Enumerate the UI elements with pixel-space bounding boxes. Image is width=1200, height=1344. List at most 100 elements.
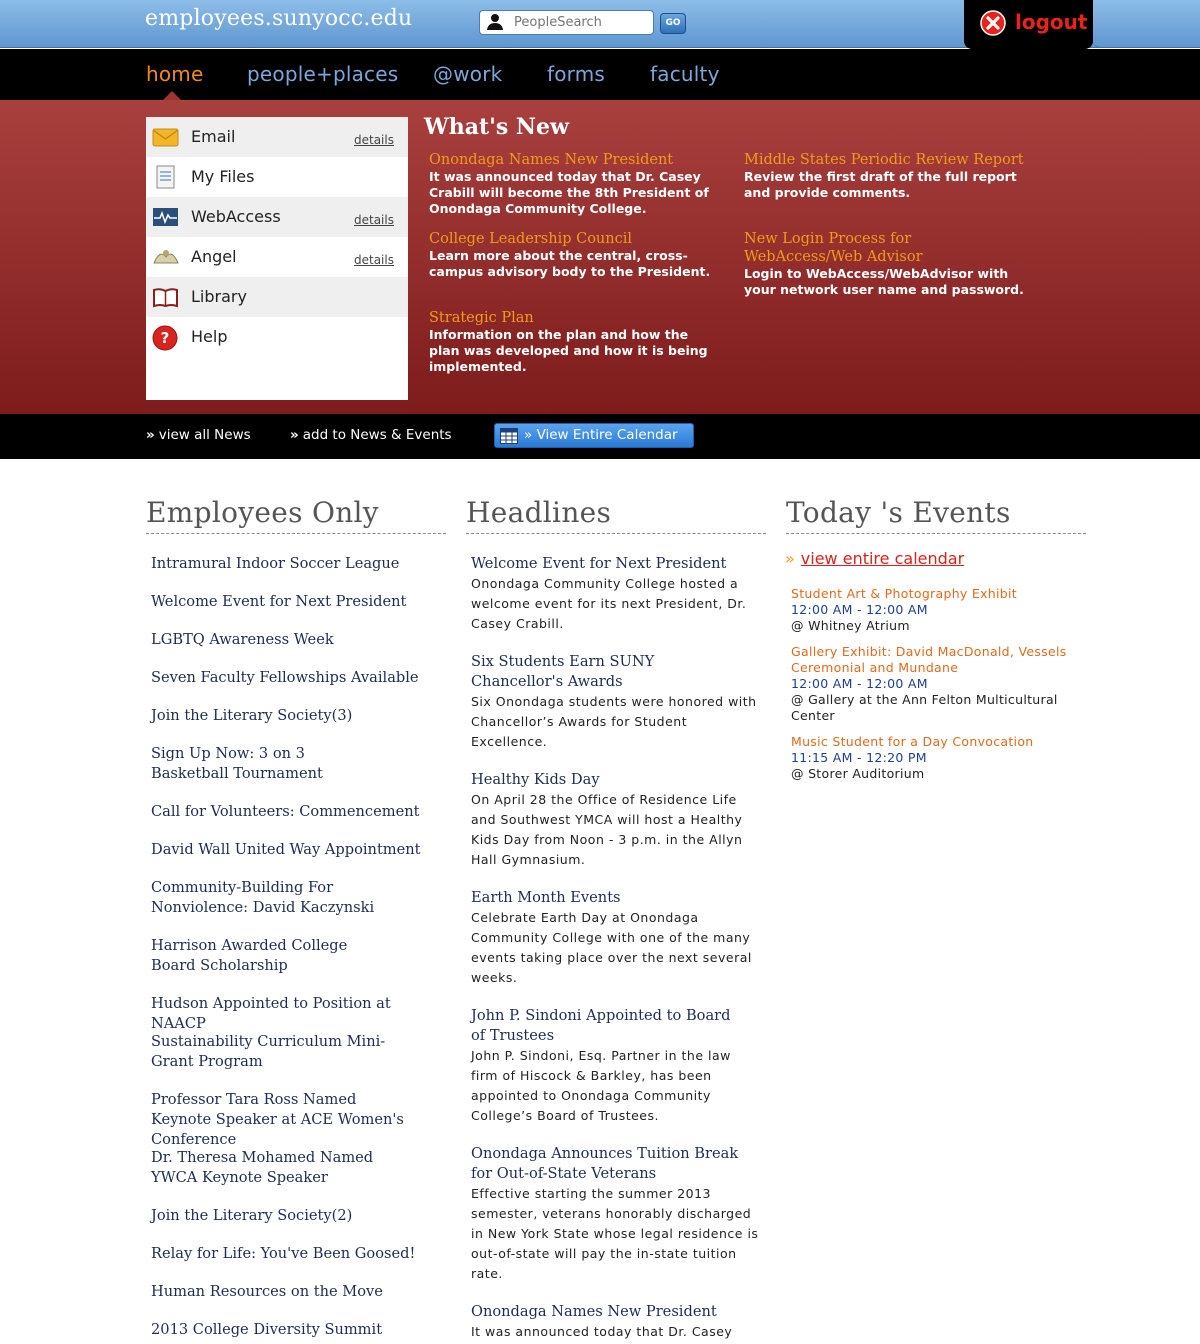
view-entire-calendar-label: view entire calendar: [800, 549, 965, 568]
event-time: 12:00 AM - 12:00 AM: [791, 676, 928, 691]
headline-title[interactable]: Six Students Earn SUNY Chancellor's Awar…: [471, 652, 741, 692]
nav-forms[interactable]: forms: [547, 62, 605, 86]
employees-only-item[interactable]: LGBTQ Awareness Week: [151, 630, 431, 650]
headline-title[interactable]: Earth Month Events: [471, 888, 761, 908]
nav-home[interactable]: home: [146, 62, 204, 86]
employees-only-item[interactable]: Join the Literary Society(3): [151, 706, 431, 726]
whats-new-item[interactable]: New Login Process for WebAccess/Web Advi…: [744, 230, 1044, 298]
whats-new-item[interactable]: Middle States Periodic Review Report Rev…: [744, 151, 1044, 201]
event-name[interactable]: Music Student for a Day Convocation: [791, 734, 1081, 750]
whats-new-item[interactable]: College Leadership Council Learn more ab…: [429, 230, 719, 280]
headline-title[interactable]: Welcome Event for Next President: [471, 554, 761, 574]
logout-button[interactable]: logout: [964, 0, 1093, 49]
whats-new-heading[interactable]: Middle States Periodic Review Report: [744, 151, 1044, 169]
employees-only-item[interactable]: Sustainability Curriculum Mini-Grant Pro…: [151, 1032, 416, 1072]
event-time: 12:00 AM - 12:00 AM: [791, 602, 928, 617]
calendar-icon: [500, 428, 518, 444]
headline-item[interactable]: Onondaga Names New President It was anno…: [471, 1302, 761, 1342]
headline-desc: Six Onondaga students were honored with …: [471, 694, 757, 749]
add-news-label: add to News & Events: [302, 427, 452, 443]
view-entire-calendar-link[interactable]: » view entire calendar: [785, 549, 964, 568]
headline-title[interactable]: Onondaga Names New President: [471, 1302, 761, 1322]
view-all-news-link[interactable]: » view all News: [146, 427, 251, 443]
quicklink-help[interactable]: ? Help: [146, 317, 408, 357]
help-icon: ?: [152, 325, 179, 351]
quicklink-label: My Files: [191, 167, 255, 186]
event-location: @ Whitney Atrium: [791, 618, 910, 633]
quicklink-my-files[interactable]: My Files: [146, 157, 408, 197]
whats-new-body: Review the first draft of the full repor…: [744, 169, 1017, 200]
employees-only-item[interactable]: Hudson Appointed to Position at NAACP: [151, 994, 431, 1034]
employees-only-item[interactable]: David Wall United Way Appointment: [151, 840, 431, 860]
headline-item[interactable]: Onondaga Announces Tuition Break for Out…: [471, 1144, 761, 1284]
whats-new-heading[interactable]: College Leadership Council: [429, 230, 719, 248]
view-calendar-button[interactable]: » View Entire Calendar: [494, 423, 694, 448]
event-location: @ Storer Auditorium: [791, 766, 925, 781]
headline-title[interactable]: Healthy Kids Day: [471, 770, 761, 790]
employees-only-item[interactable]: Welcome Event for Next President: [151, 592, 431, 612]
go-button[interactable]: GO: [660, 13, 686, 34]
file-icon: [152, 165, 179, 189]
headline-desc: John P. Sindoni, Esq. Partner in the law…: [471, 1048, 731, 1123]
employees-only-item[interactable]: Dr. Theresa Mohamed Named YWCA Keynote S…: [151, 1148, 411, 1188]
quicklink-label: Angel: [191, 247, 237, 266]
headline-item[interactable]: Welcome Event for Next President Onondag…: [471, 554, 761, 634]
employees-only-item[interactable]: Sign Up Now: 3 on 3 Basketball Tournamen…: [151, 744, 381, 784]
whats-new-title: What's New: [424, 114, 569, 140]
headline-item[interactable]: John P. Sindoni Appointed to Board of Tr…: [471, 1006, 761, 1126]
whats-new-body: Login to WebAccess/WebAdvisor with your …: [744, 266, 1024, 297]
headline-item[interactable]: Six Students Earn SUNY Chancellor's Awar…: [471, 652, 761, 752]
whats-new-item[interactable]: Onondaga Names New President It was anno…: [429, 151, 719, 217]
quicklink-library[interactable]: Library: [146, 277, 408, 317]
whats-new-heading[interactable]: Strategic Plan: [429, 309, 719, 327]
headline-desc: Celebrate Earth Day at Onondaga Communit…: [471, 910, 752, 985]
arrow-icon: »: [146, 427, 155, 443]
employees-only-item[interactable]: Community-Building For Nonviolence: Davi…: [151, 878, 421, 918]
event-name[interactable]: Gallery Exhibit: David MacDonald, Vessel…: [791, 644, 1081, 676]
people-search-box[interactable]: [479, 10, 654, 35]
arrow-icon: »: [785, 549, 795, 568]
quicklink-webaccess[interactable]: WebAccess details: [146, 197, 408, 237]
headlines-title: Headlines: [466, 496, 612, 529]
headline-desc: Effective starting the summer 2013 semes…: [471, 1186, 759, 1281]
event-item[interactable]: Student Art & Photography Exhibit 12:00 …: [791, 586, 1081, 634]
whats-new-heading[interactable]: New Login Process for WebAccess/Web Advi…: [744, 230, 944, 266]
employees-only-item[interactable]: Call for Volunteers: Commencement: [151, 802, 431, 822]
whats-new-item[interactable]: Strategic Plan Information on the plan a…: [429, 309, 719, 375]
close-icon: [980, 10, 1006, 36]
arrow-icon: »: [290, 427, 299, 443]
headline-title[interactable]: John P. Sindoni Appointed to Board of Tr…: [471, 1006, 746, 1046]
employees-only-item[interactable]: Seven Faculty Fellowships Available: [151, 668, 431, 688]
view-calendar-text: View Entire Calendar: [536, 427, 678, 443]
headline-item[interactable]: Healthy Kids Day On April 28 the Office …: [471, 770, 761, 870]
active-nav-indicator: [163, 91, 181, 100]
add-news-link[interactable]: » add to News & Events: [290, 427, 452, 443]
whats-new-heading[interactable]: Onondaga Names New President: [429, 151, 719, 169]
svg-text:?: ?: [161, 329, 170, 347]
angel-details-link[interactable]: details: [354, 253, 394, 267]
employees-only-item[interactable]: Join the Literary Society(2): [151, 1206, 431, 1226]
event-item[interactable]: Gallery Exhibit: David MacDonald, Vessel…: [791, 644, 1081, 724]
book-icon: [152, 285, 179, 309]
site-title[interactable]: employees.sunyocc.edu: [145, 6, 412, 31]
headline-title[interactable]: Onondaga Announces Tuition Break for Out…: [471, 1144, 751, 1184]
email-details-link[interactable]: details: [354, 133, 394, 147]
employees-only-item[interactable]: 2013 College Diversity Summit: [151, 1320, 431, 1340]
event-time: 11:15 AM - 12:20 PM: [791, 750, 927, 765]
employees-only-item[interactable]: Professor Tara Ross Named Keynote Speake…: [151, 1090, 411, 1150]
employees-only-item[interactable]: Human Resources on the Move: [151, 1282, 431, 1302]
nav-people-places[interactable]: people+places: [247, 62, 398, 86]
webaccess-details-link[interactable]: details: [354, 213, 394, 227]
quicklink-email[interactable]: Email details: [146, 117, 408, 157]
quicklink-angel[interactable]: Angel details: [146, 237, 408, 277]
people-search-input[interactable]: [514, 13, 650, 32]
employees-only-item[interactable]: Harrison Awarded College Board Scholarsh…: [151, 936, 391, 976]
nav-faculty[interactable]: faculty: [650, 62, 720, 86]
nav-work[interactable]: @work: [433, 62, 502, 86]
headline-item[interactable]: Earth Month Events Celebrate Earth Day a…: [471, 888, 761, 988]
employees-only-item[interactable]: Intramural Indoor Soccer League: [151, 554, 431, 574]
employees-only-item[interactable]: Relay for Life: You've Been Goosed!: [151, 1244, 431, 1264]
event-name[interactable]: Student Art & Photography Exhibit: [791, 586, 1081, 602]
section-divider: [146, 533, 446, 534]
event-item[interactable]: Music Student for a Day Convocation 11:1…: [791, 734, 1081, 782]
